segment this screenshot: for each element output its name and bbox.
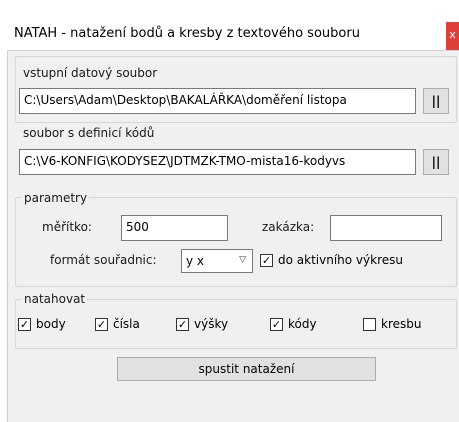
codes-file-field[interactable]: C:\V6-KONFIG\KODYSEZ\JDTMZK-TMO-mista16-… xyxy=(19,149,416,175)
codes-file-label: soubor s definicí kódů xyxy=(23,126,155,140)
codes-file-browse-button[interactable]: || xyxy=(423,149,449,175)
pull-option-label: body xyxy=(36,317,66,331)
coord-format-select[interactable]: y x ▽ xyxy=(181,249,253,273)
params-group-label: parametry xyxy=(22,191,90,205)
title-bar: NATAH - natažení bodů a kresby z textové… xyxy=(0,0,459,50)
check-icon: ✓ xyxy=(260,254,273,267)
order-label: zakázka: xyxy=(262,220,315,234)
check-icon: ✓ xyxy=(176,318,189,331)
check-icon: ✓ xyxy=(18,318,31,331)
pull-option-label: kódy xyxy=(288,317,317,331)
close-button[interactable]: x xyxy=(446,22,459,50)
pull-option-label: kresbu xyxy=(381,317,422,331)
run-button[interactable]: spustit natažení xyxy=(117,357,376,381)
pull-option-label: čísla xyxy=(113,317,140,331)
checkbox-empty-icon xyxy=(363,318,376,331)
coord-format-label: formát souřadnic: xyxy=(50,253,157,267)
coord-format-value: y x xyxy=(186,254,205,268)
scale-label: měřítko: xyxy=(42,220,92,234)
pull-option-label: výšky xyxy=(194,317,229,331)
close-icon: x xyxy=(449,28,456,41)
order-field[interactable] xyxy=(330,215,442,241)
check-icon: ✓ xyxy=(270,318,283,331)
input-file-browse-button[interactable]: || xyxy=(423,88,449,114)
input-file-label: vstupní datový soubor xyxy=(23,66,158,80)
scale-field[interactable]: 500 xyxy=(121,215,228,241)
window-title: NATAH - natažení bodů a kresby z textové… xyxy=(14,26,360,41)
pull-group-label: natahovat xyxy=(22,292,88,306)
chevron-down-icon: ▽ xyxy=(239,255,246,265)
check-icon: ✓ xyxy=(95,318,108,331)
input-file-field[interactable]: C:\Users\Adam\Desktop\BAKALÁŘKA\doměření… xyxy=(19,88,416,114)
active-drawing-label: do aktivního výkresu xyxy=(278,253,403,267)
params-group xyxy=(15,197,457,287)
